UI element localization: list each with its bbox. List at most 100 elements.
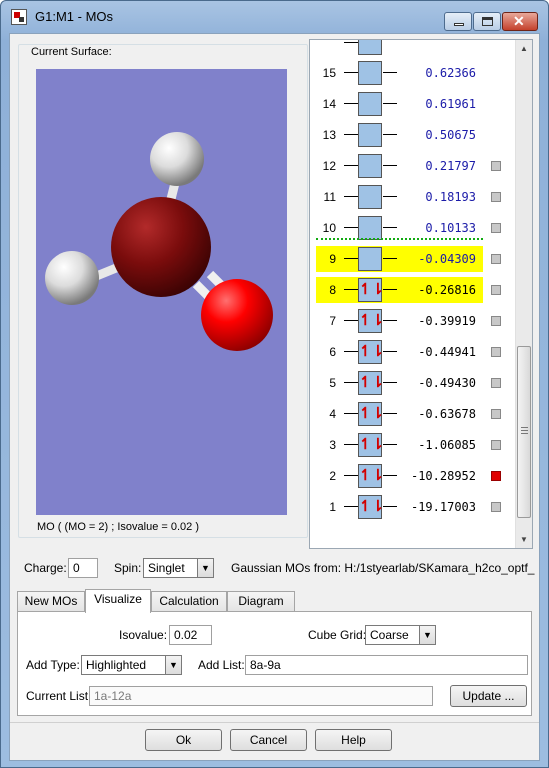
mo-row[interactable]: 5 ↿⇂ -0.49430 bbox=[310, 370, 515, 396]
mo-row[interactable]: 1 ↿⇂ -19.17003 bbox=[310, 494, 515, 520]
current-surface-label: Current Surface: bbox=[29, 46, 114, 58]
mo-row[interactable]: 15 0.62366 bbox=[310, 60, 515, 86]
mo-level-line bbox=[344, 320, 358, 321]
close-button[interactable]: ✕ bbox=[502, 12, 538, 31]
cube-grid-select[interactable]: Coarse ▼ bbox=[365, 625, 436, 645]
mo-energy: -1.06085 bbox=[418, 438, 476, 452]
scroll-up-arrow-icon[interactable]: ▲ bbox=[516, 40, 532, 57]
add-type-select[interactable]: Highlighted ▼ bbox=[81, 655, 182, 675]
charge-field[interactable]: 0 bbox=[68, 558, 98, 578]
electron-pair-icon: ↿⇂ bbox=[358, 433, 384, 457]
mo-surface-checkbox[interactable] bbox=[491, 440, 501, 450]
mo-surface-checkbox[interactable] bbox=[491, 378, 501, 388]
maximize-icon bbox=[482, 17, 493, 26]
mo-window: G1:M1 - MOs ✕ Current Surface: MO ((MO … bbox=[0, 0, 549, 768]
tab-visualize[interactable]: Visualize bbox=[85, 589, 151, 613]
scroll-down-arrow-icon[interactable]: ▼ bbox=[516, 531, 532, 548]
mo-row[interactable]: 9 -0.04309 bbox=[316, 246, 483, 272]
mo-number: 11 bbox=[323, 190, 336, 204]
mo-level-line bbox=[383, 320, 397, 321]
mo-level-line bbox=[344, 165, 358, 166]
mo-number: 13 bbox=[322, 128, 336, 142]
tab-diagram[interactable]: Diagram bbox=[227, 591, 295, 612]
mo-list-scrollbar[interactable]: ▲ ▼ bbox=[515, 40, 532, 548]
mo-surface-checkbox[interactable] bbox=[491, 316, 501, 326]
mo-level-line bbox=[383, 103, 397, 104]
current-list-label: Current List: bbox=[26, 689, 92, 703]
mo-surface-checkbox[interactable] bbox=[491, 409, 501, 419]
mo-row[interactable]: 3 ↿⇂ -1.06085 bbox=[310, 432, 515, 458]
mo-row[interactable]: 7 ↿⇂ -0.39919 bbox=[310, 308, 515, 334]
mo-level-line bbox=[344, 227, 358, 228]
tab-calculation[interactable]: Calculation bbox=[151, 591, 227, 612]
isovalue-field[interactable]: 0.02 bbox=[169, 625, 212, 645]
mo-surface-checkbox[interactable] bbox=[491, 502, 501, 512]
mo-level-line bbox=[383, 258, 397, 259]
mo-number: 15 bbox=[322, 66, 336, 80]
mo-level-line bbox=[383, 413, 397, 414]
mo-surface-checkbox[interactable] bbox=[491, 285, 501, 295]
mo-energy: -0.44941 bbox=[418, 345, 476, 359]
mo-source-text: Gaussian MOs from: H:/1styearlab/SKamara… bbox=[231, 561, 535, 575]
mo-surface-checkbox[interactable] bbox=[491, 223, 501, 233]
mo-number: 2 bbox=[329, 469, 336, 483]
mo-number: 14 bbox=[322, 97, 336, 111]
tab-new-mos[interactable]: New MOs bbox=[17, 591, 85, 612]
current-list-field: 1a-12a bbox=[89, 686, 433, 706]
mo-row[interactable]: 13 0.50675 bbox=[310, 122, 515, 148]
charge-label: Charge: bbox=[24, 561, 67, 575]
title-bar[interactable]: G1:M1 - MOs ✕ bbox=[1, 1, 548, 31]
orbital-box bbox=[358, 216, 382, 240]
ok-button[interactable]: Ok bbox=[145, 729, 222, 751]
electron-pair-icon: ↿⇂ bbox=[358, 464, 384, 488]
scrollbar-thumb[interactable] bbox=[517, 346, 531, 518]
mo-surface-checkbox[interactable] bbox=[491, 254, 501, 264]
mo-energy: 0.21797 bbox=[425, 159, 476, 173]
spin-label: Spin: bbox=[114, 561, 142, 575]
mo-surface-checkbox[interactable] bbox=[491, 347, 501, 357]
mo-row-16-partial bbox=[310, 40, 515, 56]
mo-row[interactable]: 11 0.18193 bbox=[310, 184, 515, 210]
gaussview-app-icon bbox=[11, 9, 27, 25]
mo-energy: -0.04309 bbox=[418, 252, 476, 266]
mo-surface-checkbox[interactable] bbox=[491, 161, 501, 171]
mo-number: 4 bbox=[329, 407, 336, 421]
mo-surface-checkbox[interactable] bbox=[491, 192, 501, 202]
mo-level-line bbox=[383, 506, 397, 507]
mo-row[interactable]: 14 0.61961 bbox=[310, 91, 515, 117]
mo-row[interactable]: 6 ↿⇂ -0.44941 bbox=[310, 339, 515, 365]
maximize-button[interactable] bbox=[473, 12, 501, 31]
current-surface-group: Current Surface: MO ((MO = 2) ; Isovalu… bbox=[18, 44, 308, 538]
isovalue-label: Isovalue: bbox=[119, 628, 168, 642]
mo-energy: -19.17003 bbox=[410, 500, 476, 514]
cancel-button[interactable]: Cancel bbox=[230, 729, 307, 751]
mo-level-line bbox=[344, 103, 358, 104]
mo-energy: 0.10133 bbox=[425, 221, 476, 235]
help-button[interactable]: Help bbox=[315, 729, 392, 751]
mo-number: 1 bbox=[329, 500, 336, 514]
homo-lumo-separator bbox=[316, 238, 483, 240]
molecule-viewer[interactable] bbox=[36, 69, 287, 515]
add-type-value: Highlighted bbox=[86, 658, 147, 672]
mo-level-line bbox=[383, 351, 397, 352]
update-button[interactable]: Update ... bbox=[450, 685, 527, 707]
mo-row[interactable]: 2 ↿⇂ -10.28952 bbox=[310, 463, 515, 489]
add-list-field[interactable]: 8a-9a bbox=[245, 655, 528, 675]
electron-pair-icon: ↿⇂ bbox=[358, 402, 384, 426]
chevron-down-icon: ▼ bbox=[197, 559, 213, 577]
mo-energy: -0.49430 bbox=[418, 376, 476, 390]
mo-row[interactable]: 8 ↿⇂ -0.26816 bbox=[316, 277, 483, 303]
chevron-down-icon: ▼ bbox=[419, 626, 435, 644]
oxygen-atom bbox=[201, 279, 273, 351]
cube-grid-value: Coarse bbox=[370, 628, 409, 642]
spin-select[interactable]: Singlet ▼ bbox=[143, 558, 214, 578]
mo-row[interactable]: 4 ↿⇂ -0.63678 bbox=[310, 401, 515, 427]
mo-number: 3 bbox=[329, 438, 336, 452]
mo-level-line bbox=[383, 444, 397, 445]
visualize-panel: Isovalue: 0.02 Cube Grid: Coarse ▼ Add T… bbox=[17, 611, 532, 716]
mo-energy-list[interactable]: 15 0.62366 14 0.61961 13 0.50675 12 0.21797 11 0.… bbox=[309, 39, 533, 549]
mo-row[interactable]: 12 0.21797 bbox=[310, 153, 515, 179]
minimize-button[interactable] bbox=[444, 12, 472, 31]
mo-level-line bbox=[383, 475, 397, 476]
mo-surface-checkbox[interactable] bbox=[491, 471, 501, 481]
